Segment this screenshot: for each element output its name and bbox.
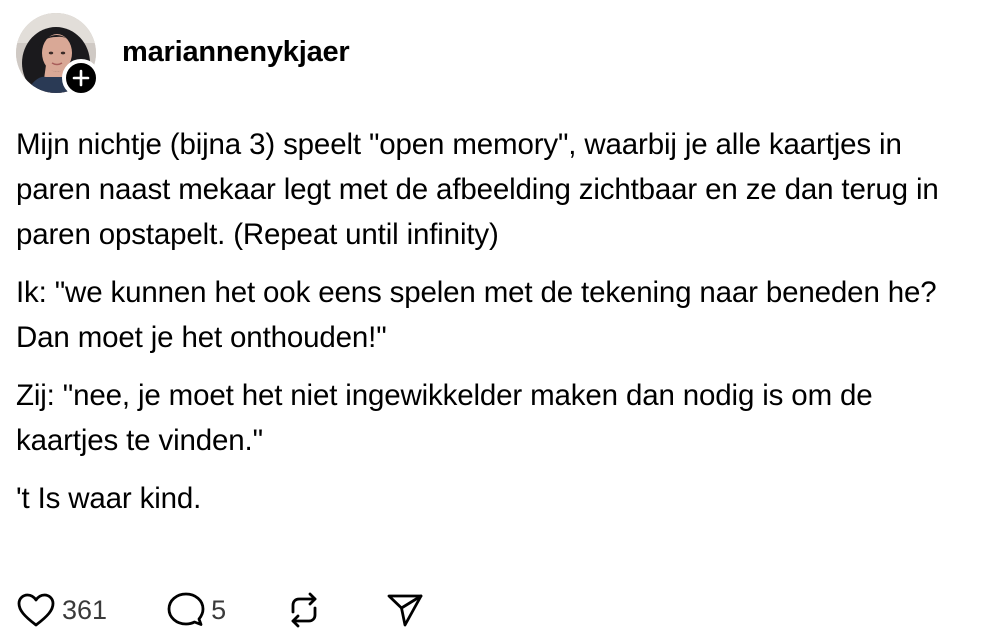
repost-button[interactable] [284,592,324,628]
username[interactable]: mariannenykjaer [122,36,350,69]
send-icon [387,594,423,627]
like-button[interactable]: 361 [16,592,107,628]
comment-icon [167,592,205,626]
post-paragraph: Mijn nichtje (bijna 3) speelt "open memo… [16,128,939,251]
post-body: Mijn nichtje (bijna 3) speelt "open memo… [16,122,982,521]
reply-button[interactable]: 5 [167,592,226,628]
action-bar: 361 5 [16,588,424,632]
post-header: mariannenykjaer [16,12,350,97]
like-count: 361 [62,594,108,625]
post-card: mariannenykjaer Mijn nichtje (bijna 3) s… [0,0,994,642]
repost-icon [291,592,317,628]
post-paragraph: Ik: "we kunnen het ook eens spelen met d… [16,276,937,354]
heart-icon [17,593,55,627]
post-paragraph: 't Is waar kind. [16,482,202,515]
share-button[interactable] [386,592,424,628]
avatar-container [16,13,100,97]
plus-icon [72,69,90,87]
post-paragraph: Zij: "nee, je moet het niet ingewikkelde… [16,379,873,457]
reply-count: 5 [211,594,227,625]
follow-button[interactable] [62,59,100,97]
